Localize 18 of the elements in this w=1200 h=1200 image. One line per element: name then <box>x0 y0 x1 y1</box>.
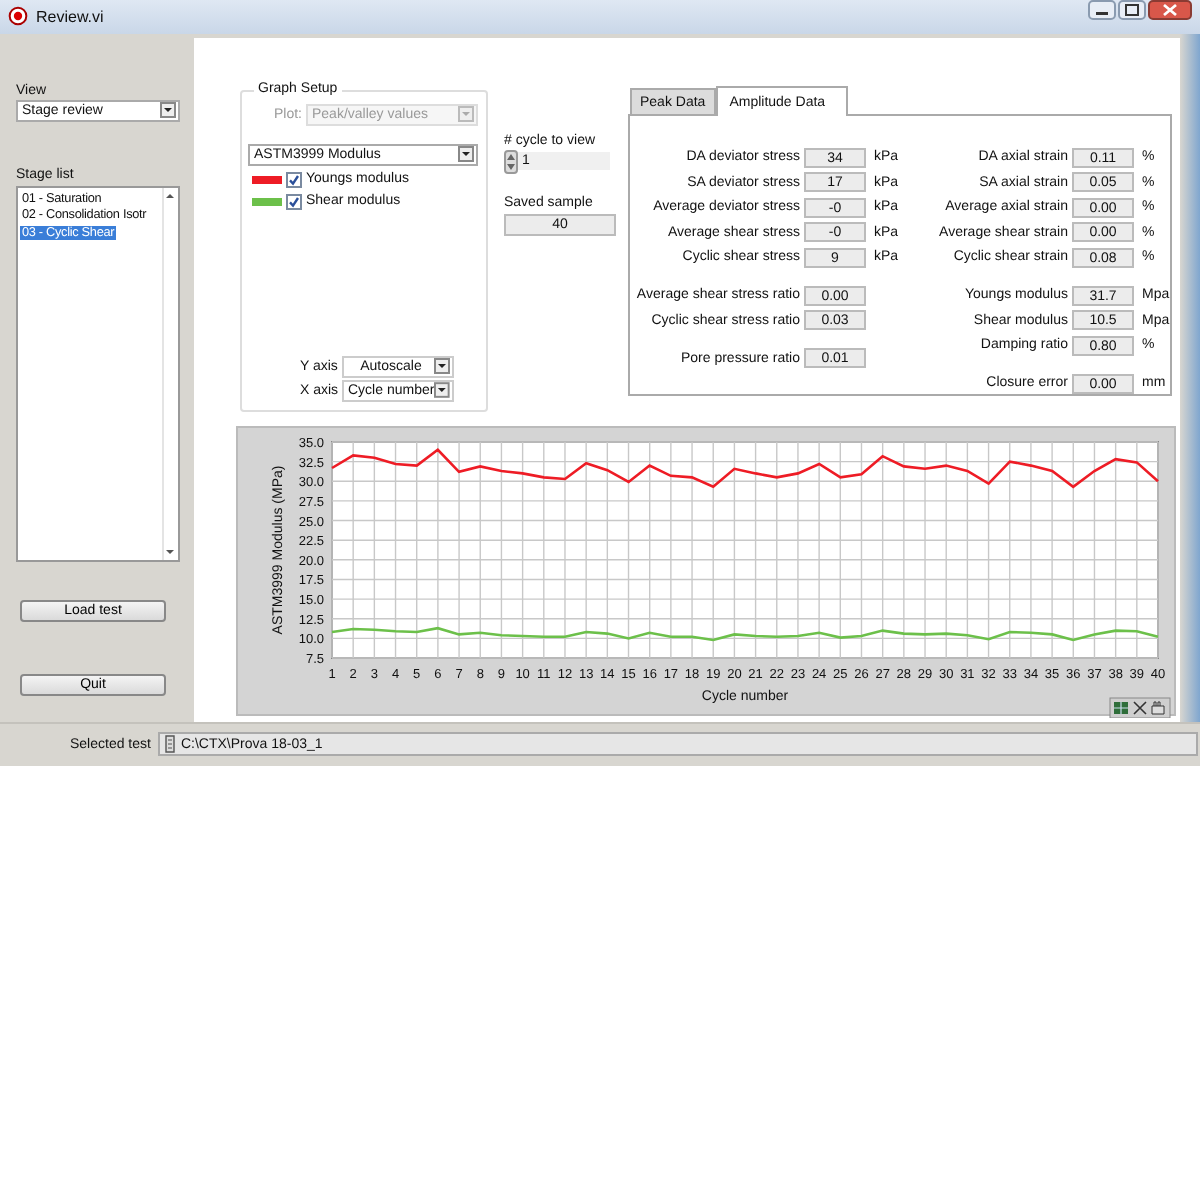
minimize-icon[interactable] <box>1088 0 1116 20</box>
maximize-icon[interactable] <box>1118 0 1146 20</box>
checkbox[interactable] <box>286 171 302 188</box>
dropdown-arrow-icon <box>434 358 450 375</box>
window-title: Review.vi <box>36 7 104 26</box>
dropdown-arrow-icon <box>458 106 474 123</box>
spinner-arrows-icon[interactable] <box>504 149 518 174</box>
scroll-up-icon[interactable] <box>164 189 176 202</box>
dropdown-arrow-icon <box>160 102 176 119</box>
dropdown-arrow-icon <box>434 382 450 399</box>
scrollbar[interactable] <box>162 187 178 560</box>
graph-palette-icon[interactable] <box>1109 696 1171 718</box>
close-icon[interactable] <box>1148 0 1192 20</box>
path-browse-icon <box>164 734 177 755</box>
checkbox[interactable] <box>286 193 302 210</box>
scroll-down-icon[interactable] <box>164 545 176 558</box>
app-icon <box>8 6 28 27</box>
dropdown-arrow-icon <box>458 146 474 163</box>
